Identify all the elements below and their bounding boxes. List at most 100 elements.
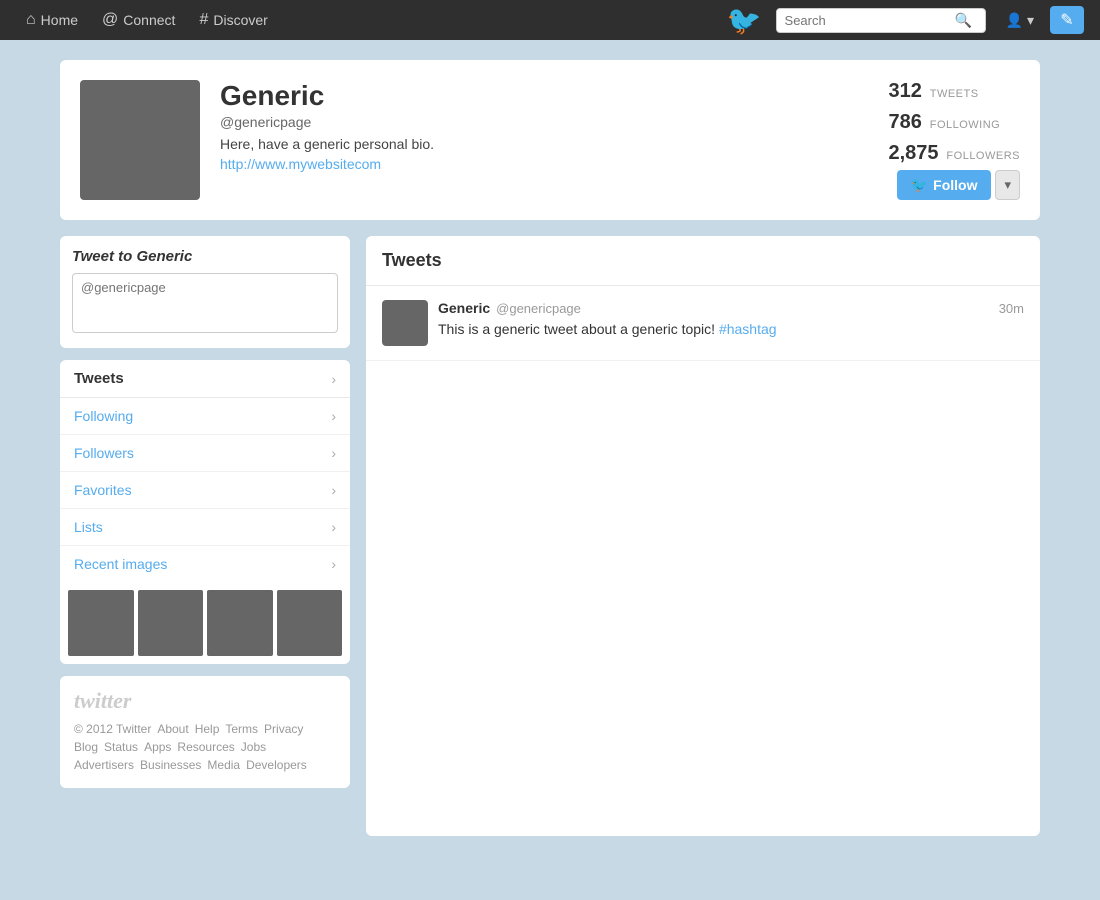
sidebar-lists-label: Lists (74, 519, 103, 535)
footer-copyright: © 2012 Twitter (74, 722, 151, 736)
sidebar-footer: twitter © 2012 Twitter About Help Terms … (60, 676, 350, 788)
following-count: 786 (888, 111, 921, 133)
footer-jobs[interactable]: Jobs (241, 740, 266, 754)
profile-stats: 312 TWEETS 786 FOLLOWING 2,875 FOLLOWERS (888, 80, 1020, 173)
stat-following: 786 FOLLOWING (888, 111, 1020, 134)
follow-button[interactable]: 🐦 Follow (897, 170, 992, 200)
home-icon: ⌂ (26, 11, 36, 29)
recent-image-3[interactable] (207, 590, 273, 656)
tweets-count: 312 (888, 80, 921, 102)
sidebar-item-lists[interactable]: Lists › (60, 509, 350, 546)
recent-image-1[interactable] (68, 590, 134, 656)
sidebar-tweets-title: Tweets (74, 370, 124, 387)
follow-dropdown-icon: ▾ (1004, 177, 1011, 192)
footer-links-2: Blog Status Apps Resources Jobs (74, 740, 336, 754)
sidebar-item-favorites[interactable]: Favorites › (60, 472, 350, 509)
footer-links-3: Advertisers Businesses Media Developers (74, 758, 336, 772)
recent-image-4[interactable] (277, 590, 343, 656)
tweet-body: Generic @genericpage 30m This is a gener… (438, 300, 1024, 346)
tweet-to-input[interactable] (72, 273, 338, 333)
stat-tweets: 312 TWEETS (888, 80, 1020, 103)
sidebar-item-followers[interactable]: Followers › (60, 435, 350, 472)
footer-developers[interactable]: Developers (246, 758, 307, 772)
sidebar-recent-images-label: Recent images (74, 556, 167, 572)
nav-discover-label: Discover (213, 12, 267, 28)
discover-icon: # (199, 11, 208, 29)
nav-connect[interactable]: @ Connect (92, 0, 185, 40)
recent-image-2[interactable] (138, 590, 204, 656)
twitter-logo-text: twitter (74, 688, 336, 714)
sidebar-tweets-header[interactable]: Tweets › (60, 360, 350, 398)
footer-links: © 2012 Twitter About Help Terms Privacy (74, 722, 336, 736)
footer-media[interactable]: Media (207, 758, 240, 772)
user-icon: 👤 (1006, 12, 1023, 29)
tweet-to-panel: Tweet to Generic (60, 236, 350, 348)
tweet-avatar (382, 300, 428, 346)
footer-advertisers[interactable]: Advertisers (74, 758, 134, 772)
footer-help[interactable]: Help (195, 722, 220, 736)
user-menu-arrow: ▾ (1027, 12, 1034, 29)
sidebar: Tweet to Generic Tweets › Following › Fo… (60, 236, 350, 788)
profile-avatar (80, 80, 200, 200)
lists-chevron: › (331, 519, 336, 535)
sidebar-following-label: Following (74, 408, 133, 424)
connect-icon: @ (102, 11, 118, 29)
footer-businesses[interactable]: Businesses (140, 758, 201, 772)
footer-apps[interactable]: Apps (144, 740, 171, 754)
sidebar-item-recent-images[interactable]: Recent images › (60, 546, 350, 582)
nav-connect-label: Connect (123, 12, 175, 28)
search-box[interactable]: 🔍 (776, 8, 986, 33)
tweets-panel-title: Tweets (382, 250, 442, 270)
main-content: Generic @genericpage Here, have a generi… (60, 40, 1040, 856)
following-chevron: › (331, 408, 336, 424)
favorites-chevron: › (331, 482, 336, 498)
search-input[interactable] (785, 13, 955, 28)
footer-status[interactable]: Status (104, 740, 138, 754)
tweet-hashtag[interactable]: #hashtag (719, 321, 777, 337)
content-columns: Tweet to Generic Tweets › Following › Fo… (60, 236, 1040, 836)
bird-icon: 🐦 (911, 177, 928, 194)
follow-dropdown-button[interactable]: ▾ (995, 170, 1020, 200)
followers-count: 2,875 (888, 142, 938, 164)
stat-followers: 2,875 FOLLOWERS (888, 142, 1020, 165)
compose-tweet-button[interactable]: ✎ (1050, 6, 1084, 34)
nav-home-label: Home (41, 12, 78, 28)
tweets-header-chevron: › (331, 371, 336, 387)
nav-home[interactable]: ⌂ Home (16, 0, 88, 40)
tweet-text-content: This is a generic tweet about a generic … (438, 321, 715, 337)
compose-icon: ✎ (1060, 10, 1073, 30)
search-icon[interactable]: 🔍 (955, 12, 972, 29)
tweet-author-handle: @genericpage (496, 301, 581, 316)
footer-resources[interactable]: Resources (177, 740, 234, 754)
twitter-bird-logo: 🐦 (727, 4, 762, 37)
user-menu-button[interactable]: 👤 ▾ (998, 8, 1042, 33)
follow-button-label: Follow (933, 177, 977, 193)
tweets-panel: Tweets Generic @genericpage 30m This is … (366, 236, 1040, 836)
tweet-author-name: Generic (438, 300, 490, 316)
followers-label: FOLLOWERS (946, 150, 1020, 162)
nav-discover[interactable]: # Discover (189, 0, 277, 40)
footer-about[interactable]: About (157, 722, 188, 736)
follow-actions: 🐦 Follow ▾ (897, 170, 1020, 200)
recent-images-chevron: › (331, 556, 336, 572)
recent-images-grid (60, 582, 350, 664)
profile-card: Generic @genericpage Here, have a generi… (60, 60, 1040, 220)
tweets-panel-header: Tweets (366, 236, 1040, 286)
sidebar-followers-label: Followers (74, 445, 134, 461)
footer-privacy[interactable]: Privacy (264, 722, 303, 736)
profile-website[interactable]: http://www.mywebsitecom (220, 156, 381, 172)
footer-terms[interactable]: Terms (225, 722, 258, 736)
sidebar-item-following[interactable]: Following › (60, 398, 350, 435)
tweets-label: TWEETS (930, 88, 979, 100)
tweet-to-label: Tweet to Generic (72, 248, 338, 265)
footer-blog[interactable]: Blog (74, 740, 98, 754)
following-label: FOLLOWING (930, 119, 1001, 131)
tweet-meta: Generic @genericpage 30m (438, 300, 1024, 316)
nav-right-actions: 👤 ▾ ✎ (998, 6, 1084, 34)
followers-chevron: › (331, 445, 336, 461)
tweet-item: Generic @genericpage 30m This is a gener… (366, 286, 1040, 361)
top-navigation: ⌂ Home @ Connect # Discover 🐦 🔍 👤 ▾ ✎ (0, 0, 1100, 40)
sidebar-nav-panel: Tweets › Following › Followers › Favorit… (60, 360, 350, 664)
tweet-text: This is a generic tweet about a generic … (438, 320, 1024, 340)
sidebar-favorites-label: Favorites (74, 482, 132, 498)
